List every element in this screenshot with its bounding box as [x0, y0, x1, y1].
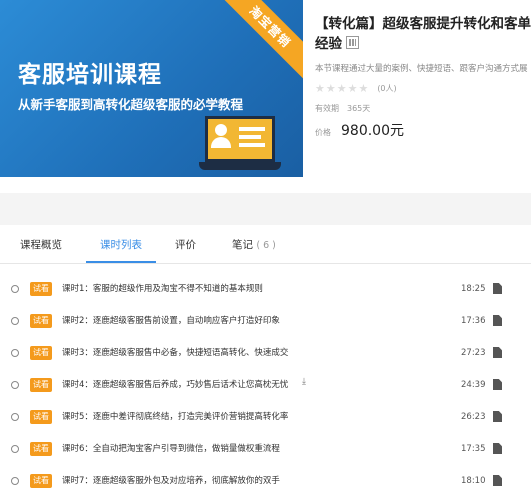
validity-label: 有效期: [315, 104, 339, 113]
rating-count: (0人): [377, 84, 397, 93]
course-header: 淘宝营销 客服培训课程 从新手客服到高转化超级客服的必学教程 【转化篇】超级客服…: [0, 0, 531, 193]
lesson-title[interactable]: 课时2：逐鹿超级客服售前设置，自动响应客户打造好印象: [62, 314, 280, 328]
radio-icon[interactable]: [11, 477, 19, 485]
radio-icon[interactable]: [11, 381, 19, 389]
price: 价格 980.00元: [315, 120, 531, 140]
lesson-row-2[interactable]: 试看 课时2：逐鹿超级客服售前设置，自动响应客户打造好印象 17:36: [0, 312, 531, 332]
tab-lesson-list[interactable]: 课时列表: [86, 225, 156, 263]
lesson-row-4[interactable]: 试看 课时4：逐鹿超级客服售后养成，巧妙售后话术让您高枕无忧 ⤓ 24:39: [0, 376, 531, 396]
price-value: 980.00元: [341, 123, 404, 139]
lesson-title[interactable]: 课时1：客服的超级作用及淘宝不得不知道的基本规则: [62, 282, 263, 296]
trial-badge: 试看: [30, 442, 52, 456]
lesson-title[interactable]: 课时6：全自动把淘宝客户引导到微信，做销量做权重流程: [62, 442, 280, 456]
banner-title: 客服培训课程: [18, 62, 162, 88]
lesson-title[interactable]: 课时3：逐鹿超级客服售中必备，快捷短语高转化、快速成交: [62, 346, 288, 360]
tab-bar: 课程概览 课时列表 评价 笔记 ( 6 ): [0, 225, 531, 264]
lesson-row-5[interactable]: 试看 课时5：逐鹿中差评彻底终结，打造完美评价营销提高转化率 26:23: [0, 408, 531, 428]
document-icon[interactable]: [493, 475, 502, 486]
radio-icon[interactable]: [11, 285, 19, 293]
document-icon[interactable]: [493, 411, 502, 422]
notes-count: ( 6 ): [256, 240, 276, 251]
radio-icon[interactable]: [11, 349, 19, 357]
price-label: 价格: [315, 128, 331, 137]
trial-badge: 试看: [30, 282, 52, 296]
lesson-duration: 18:25: [461, 284, 486, 294]
validity: 有效期 365天: [315, 103, 531, 114]
document-icon[interactable]: [493, 379, 502, 390]
lesson-title[interactable]: 课时5：逐鹿中差评彻底终结，打造完美评价营销提高转化率: [62, 410, 288, 424]
lesson-row-7[interactable]: 试看 课时7：逐鹿超级客服外包及对应培养，彻底解放你的双手 18:10: [0, 472, 531, 492]
course-banner-image[interactable]: 淘宝营销 客服培训课程 从新手客服到高转化超级客服的必学教程: [0, 0, 303, 177]
tab-overview[interactable]: 课程概览: [20, 225, 62, 263]
lesson-duration: 17:36: [461, 316, 486, 326]
radio-icon[interactable]: [11, 317, 19, 325]
lesson-duration: 18:10: [461, 476, 486, 486]
trial-badge: 试看: [30, 474, 52, 488]
radio-icon[interactable]: [11, 413, 19, 421]
qrcode-icon[interactable]: [346, 36, 359, 49]
trial-badge: 试看: [30, 314, 52, 328]
tab-reviews[interactable]: 评价: [175, 225, 196, 263]
lesson-duration: 26:23: [461, 412, 486, 422]
lesson-title[interactable]: 课时7：逐鹿超级客服外包及对应培养，彻底解放你的双手: [62, 474, 280, 488]
banner-ribbon: 淘宝营销: [214, 0, 303, 83]
lesson-row-3[interactable]: 试看 课时3：逐鹿超级客服售中必备，快捷短语高转化、快速成交 27:23: [0, 344, 531, 364]
tab-notes[interactable]: 笔记 ( 6 ): [232, 225, 276, 263]
laptop-illustration-icon: [199, 116, 281, 174]
lesson-row-6[interactable]: 试看 课时6：全自动把淘宝客户引导到微信，做销量做权重流程 17:35: [0, 440, 531, 460]
lesson-duration: 27:23: [461, 348, 486, 358]
trial-badge: 试看: [30, 378, 52, 392]
download-icon[interactable]: ⤓: [302, 377, 306, 387]
course-description: 本节课程通过大量的案例、快捷短语、跟客户沟通方式展: [315, 64, 528, 74]
course-rating: ★★★★★ (0人): [315, 82, 531, 95]
trial-badge: 试看: [30, 346, 52, 360]
document-icon[interactable]: [493, 283, 502, 294]
lesson-title[interactable]: 课时4：逐鹿超级客服售后养成，巧妙售后话术让您高枕无忧: [62, 378, 288, 392]
banner-subtitle: 从新手客服到高转化超级客服的必学教程: [18, 97, 244, 112]
lesson-duration: 17:35: [461, 444, 486, 454]
trial-badge: 试看: [30, 410, 52, 424]
lesson-panel: 课程概览 课时列表 评价 笔记 ( 6 ) 试看 课时1：客服的超级作用及淘宝不…: [0, 225, 531, 500]
course-info: 【转化篇】超级客服提升转化和客单 经验 本节课程通过大量的案例、快捷短语、跟客户…: [315, 14, 531, 140]
course-title-line2: 经验: [315, 34, 531, 54]
course-title: 【转化篇】超级客服提升转化和客单: [315, 16, 531, 32]
lesson-row-1[interactable]: 试看 课时1：客服的超级作用及淘宝不得不知道的基本规则 18:25: [0, 280, 531, 300]
document-icon[interactable]: [493, 315, 502, 326]
rating-stars-icon: ★★★★★: [315, 82, 370, 95]
lesson-duration: 24:39: [461, 380, 486, 390]
document-icon[interactable]: [493, 443, 502, 454]
document-icon[interactable]: [493, 347, 502, 358]
validity-value: 365天: [347, 104, 371, 113]
radio-icon[interactable]: [11, 445, 19, 453]
